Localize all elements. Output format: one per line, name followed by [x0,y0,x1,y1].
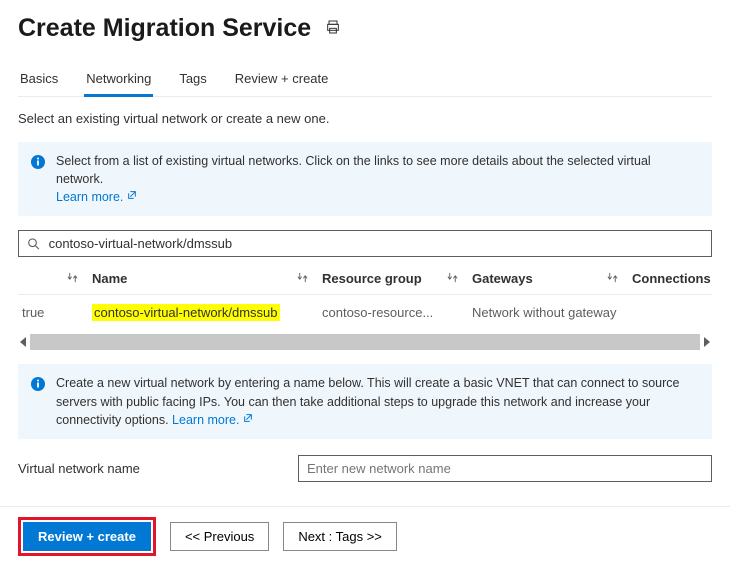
table-row[interactable]: true contoso-virtual-network/dmssub cont… [18,295,712,331]
col-gateways[interactable]: Gateways [472,271,533,286]
footer-bar: Review + create << Previous Next : Tags … [0,506,730,570]
external-link-icon [127,190,137,204]
col-resource-group[interactable]: Resource group [322,271,422,286]
info-existing-network: Select from a list of existing virtual n… [18,142,712,216]
network-search-input[interactable] [47,235,703,252]
row-selected: true [18,295,88,331]
vnet-name-input[interactable] [298,455,712,482]
tab-bar: Basics Networking Tags Review + create [18,65,712,97]
network-table: Name Resource group Gateways Connections [18,263,712,350]
col-connections[interactable]: Connections [632,271,711,286]
external-link-icon [243,413,253,427]
next-button[interactable]: Next : Tags >> [283,522,397,551]
row-name[interactable]: contoso-virtual-network/dmssub [92,304,280,321]
tab-networking[interactable]: Networking [84,65,153,97]
col-name[interactable]: Name [92,271,127,286]
row-resource-group: contoso-resource... [318,295,468,331]
sort-icon[interactable] [447,271,458,286]
info-icon [30,376,46,392]
review-create-button[interactable]: Review + create [23,522,151,551]
print-icon[interactable] [325,19,341,38]
horizontal-scrollbar[interactable] [18,334,712,350]
row-gateways: Network without gateway [468,295,628,331]
network-search[interactable] [18,230,712,257]
sort-icon[interactable] [67,271,78,286]
learn-more-existing-link[interactable]: Learn more. [56,190,137,204]
info-existing-text: Select from a list of existing virtual n… [56,154,651,186]
tab-tags[interactable]: Tags [177,65,208,96]
info-new-network: Create a new virtual network by entering… [18,364,712,438]
tab-review-create[interactable]: Review + create [233,65,331,96]
search-icon [27,237,41,251]
highlight-annotation: Review + create [18,517,156,556]
tab-basics[interactable]: Basics [18,65,60,96]
info-new-text: Create a new virtual network by entering… [56,376,679,426]
intro-text: Select an existing virtual network or cr… [18,111,712,126]
previous-button[interactable]: << Previous [170,522,269,551]
learn-more-new-link[interactable]: Learn more. [172,413,253,427]
vnet-name-label: Virtual network name [18,461,298,476]
sort-icon[interactable] [607,271,618,286]
info-icon [30,154,46,170]
page-title: Create Migration Service [18,14,311,43]
sort-icon[interactable] [297,271,308,286]
